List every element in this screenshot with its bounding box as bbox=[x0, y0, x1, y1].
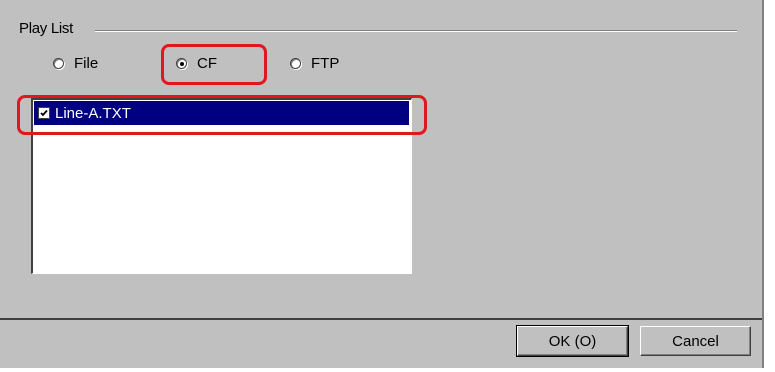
radio-circle bbox=[53, 58, 64, 69]
radio-ftp[interactable]: FTP bbox=[290, 55, 339, 72]
group-divider-highlight bbox=[95, 31, 737, 32]
dialog-panel: Play List File CF FTP Line-A.TXT OK (O) … bbox=[0, 0, 764, 368]
list-item-highlight-annotation bbox=[17, 95, 427, 135]
radio-file[interactable]: File bbox=[53, 55, 98, 72]
cancel-button[interactable]: Cancel bbox=[640, 326, 751, 356]
ok-button[interactable]: OK (O) bbox=[516, 325, 629, 357]
radio-ftp-label: FTP bbox=[311, 55, 340, 72]
footer-divider bbox=[0, 318, 762, 320]
group-title: Play List bbox=[19, 20, 73, 37]
cf-highlight-annotation bbox=[161, 44, 267, 85]
radio-file-label: File bbox=[74, 55, 99, 72]
radio-circle bbox=[290, 58, 301, 69]
